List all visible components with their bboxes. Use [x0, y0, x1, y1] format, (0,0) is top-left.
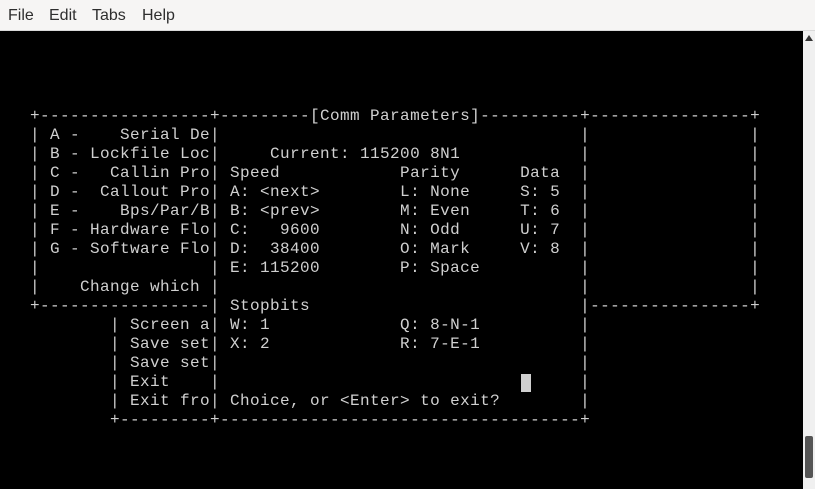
- terminal-line: | | E: 115200 P: Space | |: [0, 259, 761, 277]
- terminal-line: +-----------------+---------[Comm Parame…: [0, 107, 761, 125]
- terminal-line: | Exit fro| Choice, or <Enter> to exit? …: [0, 392, 591, 410]
- menu-file[interactable]: File: [8, 7, 34, 25]
- terminal-text: +-----------------+---------[Comm Parame…: [0, 31, 760, 430]
- scrollbar-thumb[interactable]: [805, 436, 813, 478]
- terminal-line: | E - Bps/Par/B| B: <prev> M: Even T: 6 …: [0, 202, 761, 220]
- menu-edit[interactable]: Edit: [49, 7, 77, 25]
- terminal-line: | C - Callin Pro| Speed Parity Data | |: [0, 164, 761, 182]
- terminal-line: | A - Serial De| | |: [0, 126, 761, 144]
- terminal-cursor: [521, 374, 531, 392]
- scrollbar[interactable]: [803, 31, 815, 489]
- terminal-line: | Save set| X: 2 R: 7-E-1 |: [0, 335, 591, 353]
- terminal-screen[interactable]: +-----------------+---------[Comm Parame…: [0, 31, 803, 489]
- terminal-line: | F - Hardware Flo| C: 9600 N: Odd U: 7 …: [0, 221, 761, 239]
- terminal-line: | Screen a| W: 1 Q: 8-N-1 |: [0, 316, 591, 334]
- terminal-line: | Save set| |: [0, 354, 591, 372]
- terminal-line: | G - Software Flo| D: 38400 O: Mark V: …: [0, 240, 761, 258]
- scroll-up-icon[interactable]: [805, 35, 813, 41]
- terminal-line: +-----------------| Stopbits |----------…: [0, 297, 761, 315]
- menu-bar: File Edit Tabs Help: [0, 0, 815, 31]
- terminal-line: +---------+-----------------------------…: [0, 411, 591, 429]
- menu-tabs[interactable]: Tabs: [92, 7, 126, 25]
- menu-help[interactable]: Help: [142, 7, 175, 25]
- terminal-line: | Exit | |: [0, 373, 591, 391]
- terminal-line: | B - Lockfile Loc| Current: 115200 8N1 …: [0, 145, 761, 163]
- terminal-line: | Change which | | |: [0, 278, 761, 296]
- terminal-line: | D - Callout Pro| A: <next> L: None S: …: [0, 183, 761, 201]
